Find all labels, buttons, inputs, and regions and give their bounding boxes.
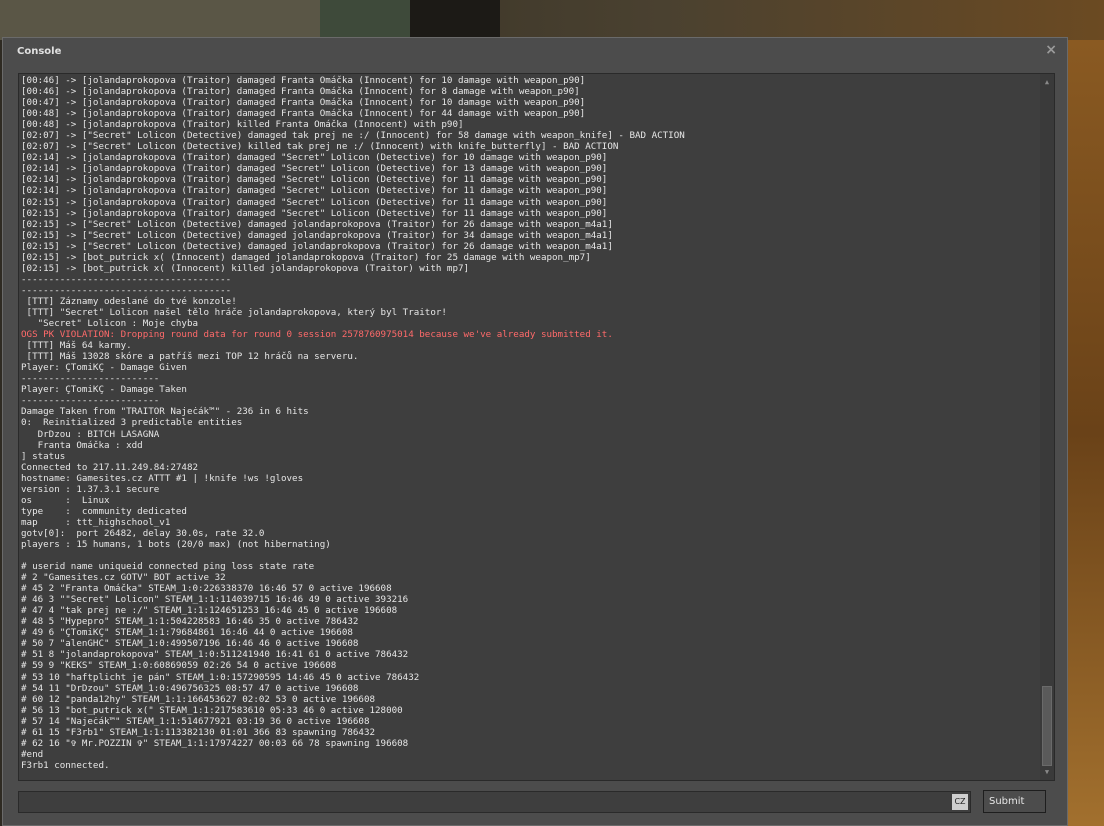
console-line: map : ttt_highschool_v1 — [21, 516, 171, 528]
console-line: Connected to 217.11.249.84:27482 — [21, 461, 199, 473]
console-output-lines: [00:46] -> [jolandaprokopova (Traitor) d… — [21, 75, 1038, 771]
arrow-down-icon[interactable]: ▼ — [1040, 766, 1054, 778]
console-line: -------------------------------------- — [21, 284, 232, 296]
console-line: [02:15] -> [jolandaprokopova (Traitor) d… — [21, 196, 608, 208]
console-line: Damage Taken from "TRAITOR Najeċák™" - 2… — [21, 406, 309, 418]
console-output[interactable]: [00:46] -> [jolandaprokopova (Traitor) d… — [18, 73, 1055, 781]
console-line: # userid name uniqueid connected ping lo… — [21, 561, 315, 573]
console-line: [TTT] Máš 13028 skóre a patříš mezi TOP … — [21, 351, 359, 363]
console-line: [02:15] -> [jolandaprokopova (Traitor) d… — [21, 207, 608, 219]
console-line: # 50 7 "alenGHC" STEAM_1:0:499507196 16:… — [21, 638, 359, 650]
console-line: [00:48] -> [jolandaprokopova (Traitor) d… — [21, 108, 586, 120]
console-line: type : community dedicated — [21, 505, 187, 517]
console-line: F3rb1 connected. — [21, 759, 110, 771]
output-scrollbar[interactable]: ▲ ▼ — [1040, 74, 1054, 780]
scrollbar-thumb[interactable] — [1042, 686, 1052, 766]
background-wall — [0, 0, 330, 40]
console-line: # 60 12 "panda12hy" STEAM_1:1:166453627 … — [21, 693, 376, 705]
background-side-wall — [1068, 40, 1104, 826]
console-line: [02:14] -> [jolandaprokopova (Traitor) d… — [21, 174, 608, 186]
console-line: [02:15] -> [bot_putrick x( (Innocent) da… — [21, 251, 591, 263]
input-language-badge[interactable]: CZ — [952, 794, 968, 810]
console-line: # 2 "Gamesites.cz GOTV" BOT active 32 — [21, 572, 226, 584]
console-line: # 48 5 "Hypepro" STEAM_1:1:504228583 16:… — [21, 616, 359, 628]
console-line: gotv[0]: port 26482, delay 30.0s, rate 3… — [21, 527, 265, 539]
console-line: [00:46] -> [jolandaprokopova (Traitor) d… — [21, 75, 586, 86]
console-line: # 45 2 "Franta Omáčka" STEAM_1:0:2263383… — [21, 583, 392, 595]
console-line: [TTT] Záznamy odeslané do tvé konzole! — [21, 295, 237, 307]
console-line: # 62 16 "✞ Mr.POZZIN ✞" STEAM_1:1:179742… — [21, 737, 409, 749]
console-line: [02:14] -> [jolandaprokopova (Traitor) d… — [21, 185, 608, 197]
console-line: Player: ÇTomiKÇ - Damage Given — [21, 362, 187, 374]
console-line: # 51 8 "jolandaprokopova" STEAM_1:0:5112… — [21, 649, 409, 661]
console-line: [02:07] -> ["Secret" Lolicon (Detective)… — [21, 130, 685, 142]
console-line: # 49 6 "ÇTomiKÇ" STEAM_1:1:79684861 16:4… — [21, 627, 353, 639]
submit-button[interactable]: Submit — [983, 790, 1046, 813]
console-line: #end — [21, 748, 44, 760]
console-line: DrDzou : BITCH LASAGNA — [21, 428, 160, 440]
console-line: os : Linux — [21, 494, 110, 506]
console-line: Franta Omáčka : xdd — [21, 439, 143, 451]
console-line: # 54 11 "DrDzou" STEAM_1:0:496756325 08:… — [21, 682, 359, 694]
console-line: # 46 3 ""Secret" Lolicon" STEAM_1:1:1140… — [21, 594, 409, 606]
console-line: [02:15] -> [bot_putrick x( (Innocent) ki… — [21, 262, 470, 274]
console-line: [02:07] -> ["Secret" Lolicon (Detective)… — [21, 141, 619, 153]
console-line: # 56 13 "bot_putrick x(" STEAM_1:1:21758… — [21, 704, 403, 716]
console-line: # 53 10 "haftplicht je pán" STEAM_1:0:15… — [21, 671, 420, 683]
command-input[interactable] — [19, 792, 949, 812]
background-doorway — [410, 0, 500, 40]
console-line: version : 1.37.3.1 secure — [21, 483, 160, 495]
console-line: ------------------------- — [21, 395, 160, 407]
console-line: Player: ÇTomiKÇ - Damage Taken — [21, 384, 187, 396]
console-titlebar[interactable]: Console × — [3, 38, 1067, 64]
console-line: [02:15] -> ["Secret" Lolicon (Detective)… — [21, 240, 613, 252]
console-title: Console — [17, 46, 62, 57]
console-line: [02:14] -> [jolandaprokopova (Traitor) d… — [21, 152, 608, 164]
console-line: [02:15] -> ["Secret" Lolicon (Detective)… — [21, 218, 613, 230]
console-line: [00:46] -> [jolandaprokopova (Traitor) d… — [21, 86, 580, 98]
console-line: hostname: Gamesites.cz ATTT #1 | !knife … — [21, 472, 304, 484]
console-line: # 47 4 "tak prej ne :/" STEAM_1:1:124651… — [21, 605, 398, 617]
command-input-row: CZ — [18, 791, 971, 813]
console-window: Console × [00:46] -> [jolandaprokopova (… — [2, 37, 1068, 826]
console-line: [02:14] -> [jolandaprokopova (Traitor) d… — [21, 163, 608, 175]
console-line: # 57 14 "Najeċák™" STEAM_1:1:514677921 0… — [21, 715, 370, 727]
console-line: [TTT] "Secret" Lolicon našel tělo hráče … — [21, 306, 447, 318]
console-line: [00:48] -> [jolandaprokopova (Traitor) k… — [21, 119, 464, 131]
console-line: # 59 9 "KEKS" STEAM_1:0:60869059 02:26 5… — [21, 660, 337, 672]
arrow-up-icon[interactable]: ▲ — [1040, 76, 1054, 88]
console-line: [02:15] -> ["Secret" Lolicon (Detective)… — [21, 229, 613, 241]
console-line: "Secret" Lolicon : Moje chyba — [21, 318, 199, 330]
background-window — [320, 0, 410, 40]
console-error-line: OGS PK VIOLATION: Dropping round data fo… — [21, 329, 613, 341]
close-icon[interactable]: × — [1045, 42, 1057, 58]
console-line: ------------------------- — [21, 373, 160, 385]
console-line: [00:47] -> [jolandaprokopova (Traitor) d… — [21, 97, 586, 109]
console-line: players : 15 humans, 1 bots (20/0 max) (… — [21, 538, 331, 550]
console-line: 0: Reinitialized 3 predictable entities — [21, 417, 243, 429]
console-line: -------------------------------------- — [21, 273, 232, 285]
console-line: [TTT] Máš 64 karmy. — [21, 340, 132, 352]
console-line: # 61 15 "F3rb1" STEAM_1:1:113382130 01:0… — [21, 726, 376, 738]
console-line: ] status — [21, 450, 66, 462]
